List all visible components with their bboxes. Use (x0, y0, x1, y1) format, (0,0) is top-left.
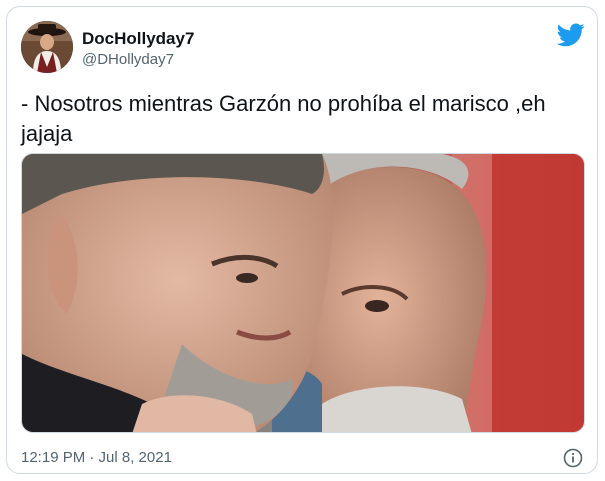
avatar[interactable] (21, 21, 73, 73)
tweet-text: - Nosotros mientras Garzón no prohíba el… (21, 91, 546, 146)
handle[interactable]: @DHollyday7 (82, 51, 174, 68)
info-icon[interactable] (563, 448, 583, 468)
tweet-photo[interactable] (21, 153, 585, 433)
avatar-image (21, 21, 73, 73)
tweet-card: DocHollyday7 @DHollyday7 - Nosotros mien… (6, 6, 598, 474)
display-name[interactable]: DocHollyday7 (82, 29, 194, 49)
photo-image (22, 154, 584, 432)
tweet-timestamp[interactable]: 12:19 PM · Jul 8, 2021 (21, 449, 172, 466)
twitter-bird-icon[interactable] (556, 23, 585, 47)
